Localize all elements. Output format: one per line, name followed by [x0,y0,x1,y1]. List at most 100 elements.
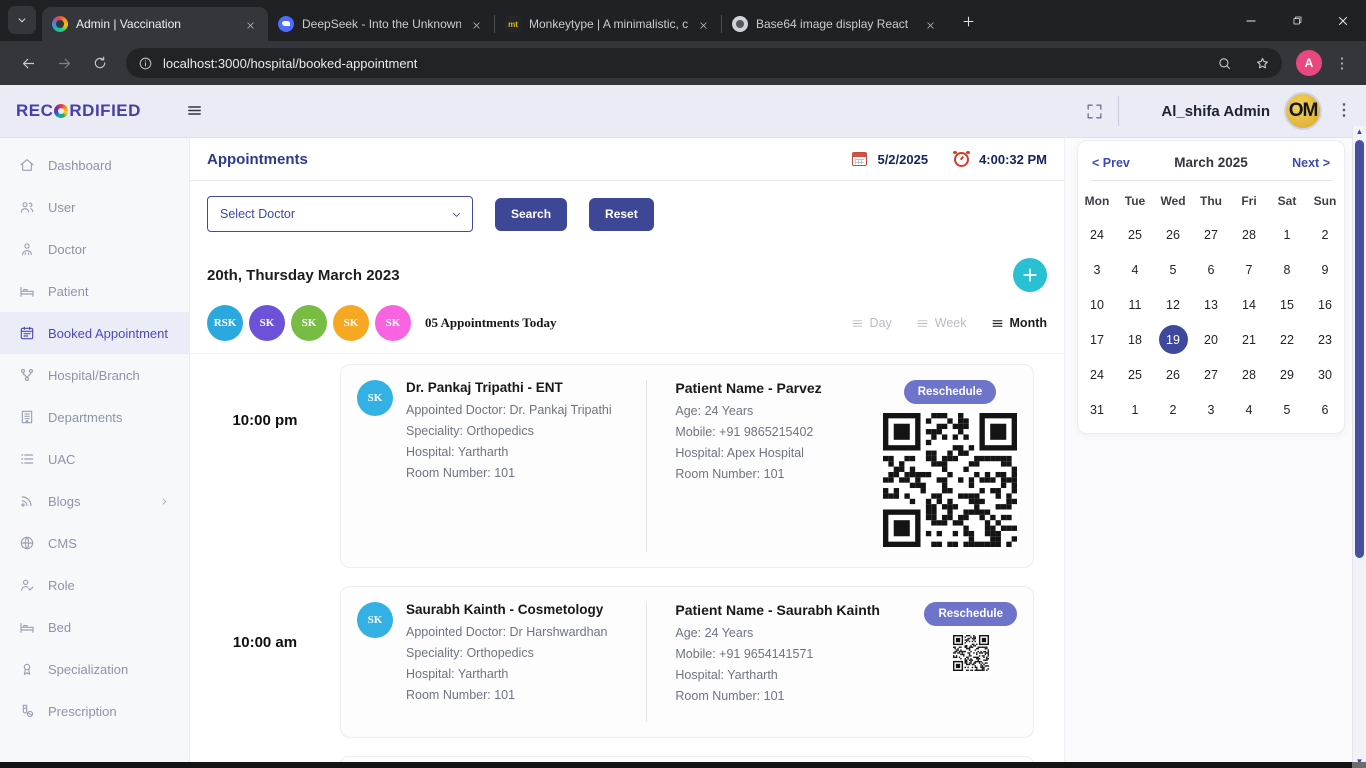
calendar-day[interactable]: 3 [1078,252,1116,287]
address-bar[interactable]: localhost:3000/hospital/booked-appointme… [126,48,1282,78]
reload-button[interactable] [84,47,116,79]
calendar-day[interactable]: 24 [1078,357,1116,392]
sidebar-item-doctor[interactable]: Doctor [0,228,189,270]
sidebar-item-patient[interactable]: Patient [0,270,189,312]
tab-close-icon[interactable] [243,15,258,32]
tab-monkeytype[interactable]: mt Monkeytype | A minimalistic, cu [495,7,721,41]
search-button[interactable]: Search [495,198,567,231]
calendar-day[interactable]: 8 [1268,252,1306,287]
appointment-avatar-chip[interactable]: SK [375,305,411,341]
calendar-day[interactable]: 7 [1230,252,1268,287]
header-menu-icon[interactable]: ⋮ [1336,104,1352,118]
sidebar-toggle-icon[interactable] [186,102,203,120]
calendar-day[interactable]: 26 [1154,217,1192,252]
calendar-day[interactable]: 14 [1230,287,1268,322]
calendar-day[interactable]: 26 [1154,357,1192,392]
scroll-up-icon[interactable]: ▲ [1353,126,1366,138]
calendar-day[interactable]: 17 [1078,322,1116,357]
calendar-day[interactable]: 28 [1230,217,1268,252]
calendar-day-selected[interactable]: 19 [1154,322,1192,357]
sidebar-item-departments[interactable]: Departments [0,396,189,438]
sidebar-item-booked-appointment[interactable]: Booked Appointment [0,312,189,354]
sidebar-item-cms[interactable]: CMS [0,522,189,564]
appointment-avatar-chip[interactable]: SK [249,305,285,341]
calendar-day[interactable]: 9 [1306,252,1344,287]
restore-button[interactable] [1274,0,1320,41]
calendar-day[interactable]: 1 [1268,217,1306,252]
calendar-day[interactable]: 4 [1116,252,1154,287]
site-info-icon[interactable] [138,56,153,71]
sidebar-item-prescription[interactable]: Prescription [0,690,189,732]
tab-close-icon[interactable] [923,15,938,32]
reschedule-button[interactable]: Reschedule [924,602,1017,626]
calendar-day[interactable]: 3 [1192,392,1230,427]
calendar-day[interactable]: 6 [1306,392,1344,427]
tab-admin-vaccination[interactable]: Admin | Vaccination [42,7,268,41]
scrollbar-thumb[interactable] [1355,140,1364,558]
appointment-card[interactable]: SK Saurabh Kainth - Cosmetology Appointe… [340,586,1034,738]
sidebar-item-user[interactable]: User [0,186,189,228]
bookmark-star-icon[interactable] [1248,49,1276,77]
vertical-scrollbar[interactable]: ▲ ▼ [1352,126,1366,768]
calendar-day[interactable]: 5 [1154,252,1192,287]
calendar-day[interactable]: 27 [1192,357,1230,392]
sidebar-item-hospital-branch[interactable]: Hospital/Branch [0,354,189,396]
calendar-day[interactable]: 27 [1192,217,1230,252]
new-tab-button[interactable] [954,7,982,35]
tab-deepseek[interactable]: DeepSeek - Into the Unknown [268,7,494,41]
calendar-day[interactable]: 6 [1192,252,1230,287]
calendar-day[interactable]: 21 [1230,322,1268,357]
calendar-day[interactable]: 28 [1230,357,1268,392]
calendar-day[interactable]: 30 [1306,357,1344,392]
calendar-day[interactable]: 1 [1116,392,1154,427]
calendar-day[interactable]: 2 [1306,217,1344,252]
calendar-day[interactable]: 2 [1154,392,1192,427]
calendar-day[interactable]: 12 [1154,287,1192,322]
forward-button[interactable] [48,47,80,79]
reset-button[interactable]: Reset [589,198,654,231]
calendar-day[interactable]: 13 [1192,287,1230,322]
admin-avatar[interactable]: OM [1284,92,1322,130]
sidebar-item-uac[interactable]: UAC [0,438,189,480]
sidebar-item-specialization[interactable]: Specialization [0,648,189,690]
tab-close-icon[interactable] [469,15,484,32]
view-toggle-week[interactable]: Week [916,316,967,330]
add-appointment-button[interactable] [1013,258,1047,292]
calendar-day[interactable]: 25 [1116,217,1154,252]
doctor-select[interactable]: Select Doctor [207,196,473,232]
calendar-day[interactable]: 15 [1268,287,1306,322]
fullscreen-icon[interactable] [1085,102,1104,121]
calendar-day[interactable]: 16 [1306,287,1344,322]
appointment-card[interactable]: SK Dr. Pankaj Tripathi - ENT Appointed D… [340,364,1034,568]
zoom-icon[interactable] [1210,49,1238,77]
calendar-day[interactable]: 29 [1268,357,1306,392]
sidebar-item-role[interactable]: Role [0,564,189,606]
browser-profile-avatar[interactable]: A [1296,50,1322,76]
calendar-prev-link[interactable]: < Prev [1092,156,1130,170]
view-toggle-month[interactable]: Month [991,316,1047,330]
reschedule-button[interactable]: Reschedule [904,380,997,404]
appointment-avatar-chip[interactable]: SK [333,305,369,341]
calendar-day[interactable]: 20 [1192,322,1230,357]
calendar-day[interactable]: 24 [1078,217,1116,252]
minimize-button[interactable] [1228,0,1274,41]
appointment-avatar-chip[interactable]: SK [291,305,327,341]
tab-search-button[interactable] [8,6,36,34]
calendar-day[interactable]: 25 [1116,357,1154,392]
tab-base64[interactable]: Base64 image display React [722,7,948,41]
tab-close-icon[interactable] [696,15,711,32]
sidebar-item-dashboard[interactable]: Dashboard [0,144,189,186]
calendar-day[interactable]: 22 [1268,322,1306,357]
calendar-day[interactable]: 31 [1078,392,1116,427]
view-toggle-day[interactable]: Day [851,316,892,330]
calendar-day[interactable]: 10 [1078,287,1116,322]
calendar-day[interactable]: 5 [1268,392,1306,427]
sidebar-item-blogs[interactable]: Blogs [0,480,189,522]
calendar-day[interactable]: 18 [1116,322,1154,357]
calendar-next-link[interactable]: Next > [1292,156,1330,170]
appointment-avatar-chip[interactable]: RSK [207,305,243,341]
calendar-day[interactable]: 23 [1306,322,1344,357]
sidebar-item-bed[interactable]: Bed [0,606,189,648]
browser-menu-icon[interactable]: ⋮ [1330,54,1354,72]
calendar-day[interactable]: 4 [1230,392,1268,427]
